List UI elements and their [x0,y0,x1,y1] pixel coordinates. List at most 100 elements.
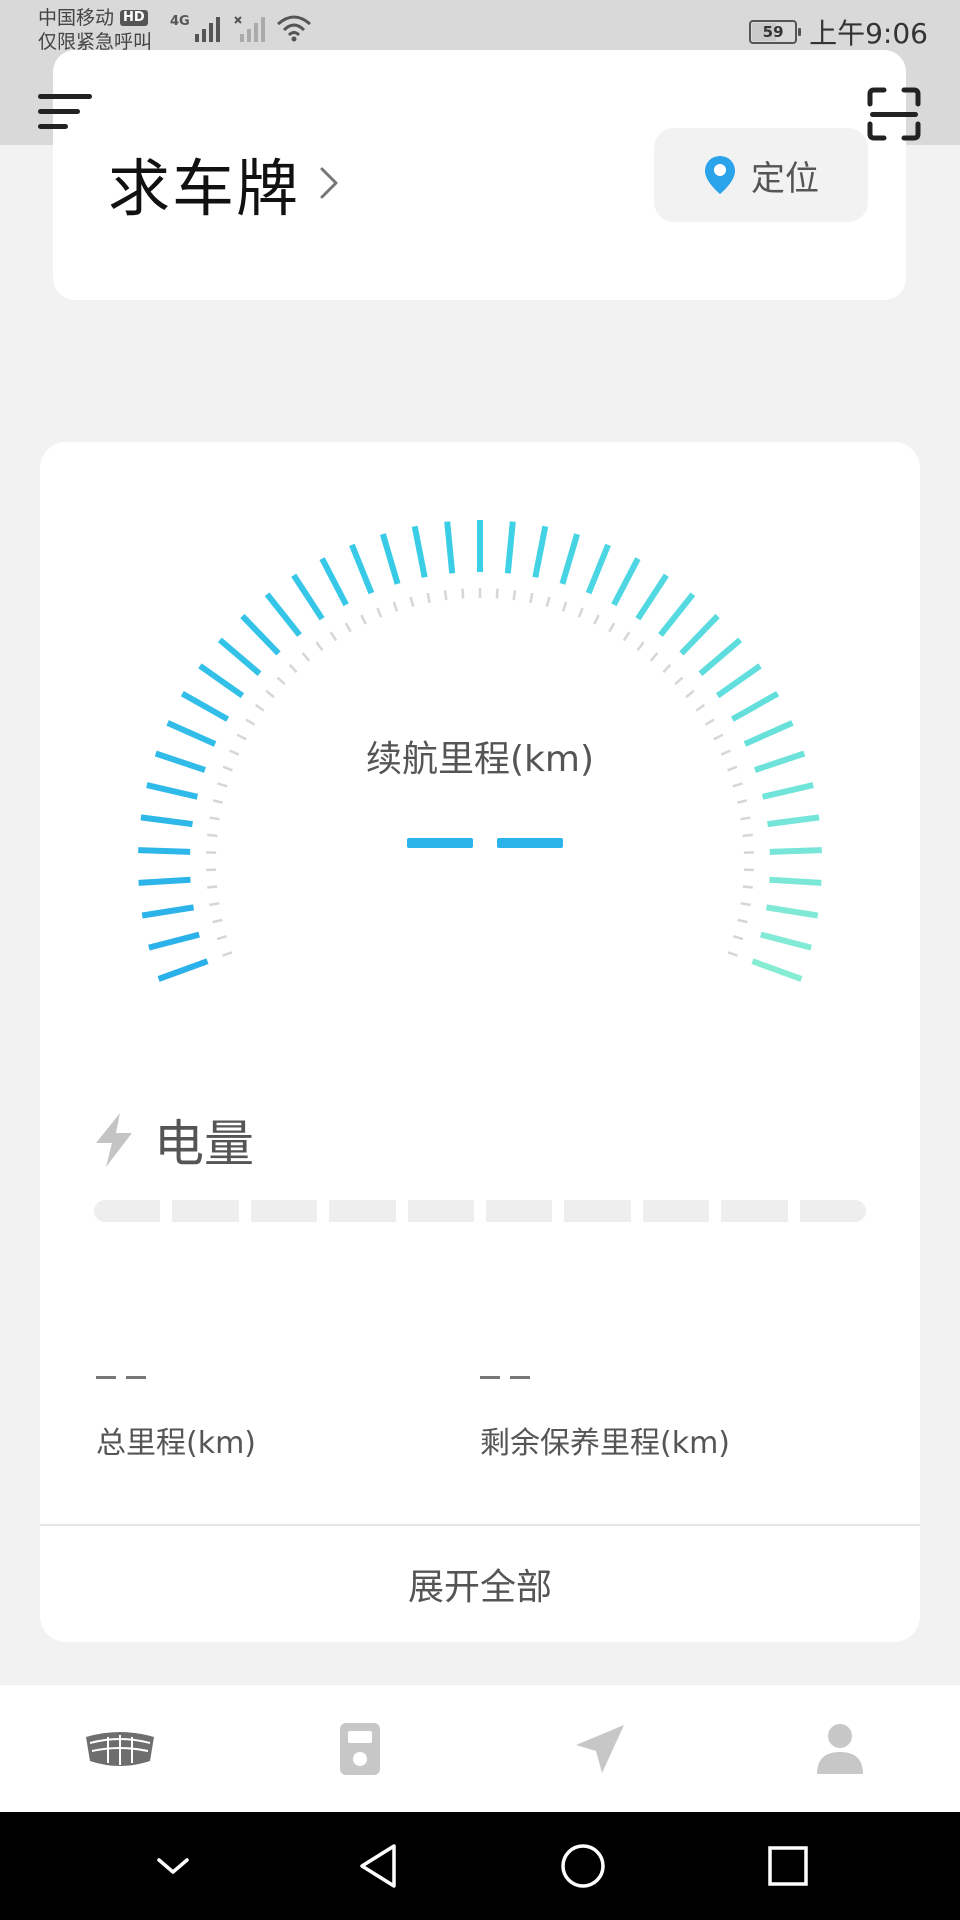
range-label: 续航里程(km) [365,739,594,780]
gauge-inner-dash [593,614,600,625]
location-pin-icon [705,156,735,194]
gauge-tick [767,814,820,828]
maintenance-remaining-label: 剩余保养里程(km) [480,1426,731,1461]
gauge-inner-dash [315,641,324,651]
collapse-button[interactable] [143,1836,203,1896]
gauge-inner-dash [704,718,715,726]
signal-no-service-icon [234,16,265,42]
chevron-right-icon [320,167,338,199]
gauge-tick [140,814,193,828]
gauge-inner-dash [545,596,551,607]
back-icon [359,1844,396,1888]
user-icon [817,1723,863,1774]
gauge-tick [698,637,743,676]
battery-segment [94,1200,161,1222]
gauge-tick [769,847,822,855]
scan-icon[interactable] [866,86,922,142]
menu-icon[interactable] [36,90,96,134]
gauge-inner-dash [217,782,228,788]
gauge-inner-dash [608,622,616,633]
gauge-inner-dash [732,782,743,788]
gauge-inner-dash [344,622,352,633]
gauge-tick [585,543,611,595]
gauge-tick [444,521,456,574]
gauge-inner-dash [276,676,286,686]
gauge-tick [635,573,669,621]
gauge-tick [157,958,209,982]
gauge-tick [141,904,195,919]
hd-badge: HD [120,10,148,26]
expand-all-button[interactable]: 展开全部 [40,1526,920,1642]
gauge-inner-dash [461,588,465,599]
system-navigation-bar [0,1812,960,1920]
gauge-tick [349,543,375,595]
tab-remote[interactable] [240,1685,480,1812]
gauge-inner-dash [443,590,448,601]
recents-button[interactable] [758,1836,818,1896]
plate-selector[interactable]: 求车牌 [108,138,340,228]
home-button[interactable] [553,1836,613,1896]
lightning-icon [96,1113,132,1167]
battery-segment [721,1200,788,1222]
gauge-inner-dash [329,631,338,642]
recents-icon [767,1846,808,1886]
gauge-inner-dash [209,816,220,821]
tab-vehicle[interactable] [0,1685,240,1812]
gauge-tick [765,904,819,919]
plate-text: 求车牌 [108,152,301,225]
battery-segment [564,1200,631,1222]
back-button[interactable] [348,1836,408,1896]
gauge-inner-dash [662,664,672,673]
total-mileage: 总里程(km) [96,1362,256,1462]
gauge-tick [679,613,720,656]
gauge-tick [532,525,549,578]
car-grille-icon [86,1731,154,1766]
gauge-tick [611,557,641,607]
gauge-inner-dash [561,601,568,612]
gauge-inner-dash [254,703,265,712]
tab-profile[interactable] [720,1685,960,1812]
battery-segment [407,1200,475,1222]
gauge-tick [138,847,191,855]
gauge-tick [240,613,281,656]
battery-segment [250,1200,318,1222]
gauge-tick [217,637,262,676]
gauge-inner-dash [737,918,748,924]
tab-navigation[interactable] [480,1685,720,1812]
gauge-tick [264,592,302,637]
gauge-inner-dash [727,951,738,957]
signal-strength-icon [194,17,220,42]
gauge-inner-dash [740,902,751,907]
locate-button[interactable]: 定位 [654,128,868,222]
gauge-tick [504,521,516,574]
battery-level-bar [94,1200,867,1222]
clock: 上午9:06 [809,17,928,50]
gauge-inner-dash [392,601,399,612]
gauge-tick [769,876,822,886]
gauge-tick [760,931,812,951]
gauge-inner-dash [622,631,631,642]
gauge-inner-dash [740,816,751,821]
gauge-inner-dash [288,664,298,673]
vehicle-status-card: 续航里程(km) 电量 总里程(km) 剩余保养里程(km) 展开全部 [40,442,920,1642]
bottom-tab-bar [0,1684,960,1812]
gauge-inner-dash [216,935,228,941]
gauge-inner-dash [222,951,233,957]
gauge-tick [138,876,191,886]
range-value-placeholder [407,838,563,848]
gauge-inner-dash [207,885,218,889]
battery-segment [799,1200,867,1222]
gauge-inner-dash [577,607,584,618]
gauge-tick [715,663,762,699]
gauge-inner-dash [495,588,499,599]
signal-indicators: 4G [170,14,312,42]
collapse-chevron-icon [156,1858,189,1874]
gauge-inner-dash [409,596,415,607]
gauge-tick [761,782,814,800]
gauge-inner-dash [207,833,218,838]
battery-percent: 59 [762,23,784,41]
gauge-tick [148,931,200,951]
gauge-tick [291,573,325,621]
gauge-inner-dash [685,689,695,699]
gauge-tick [658,592,696,637]
